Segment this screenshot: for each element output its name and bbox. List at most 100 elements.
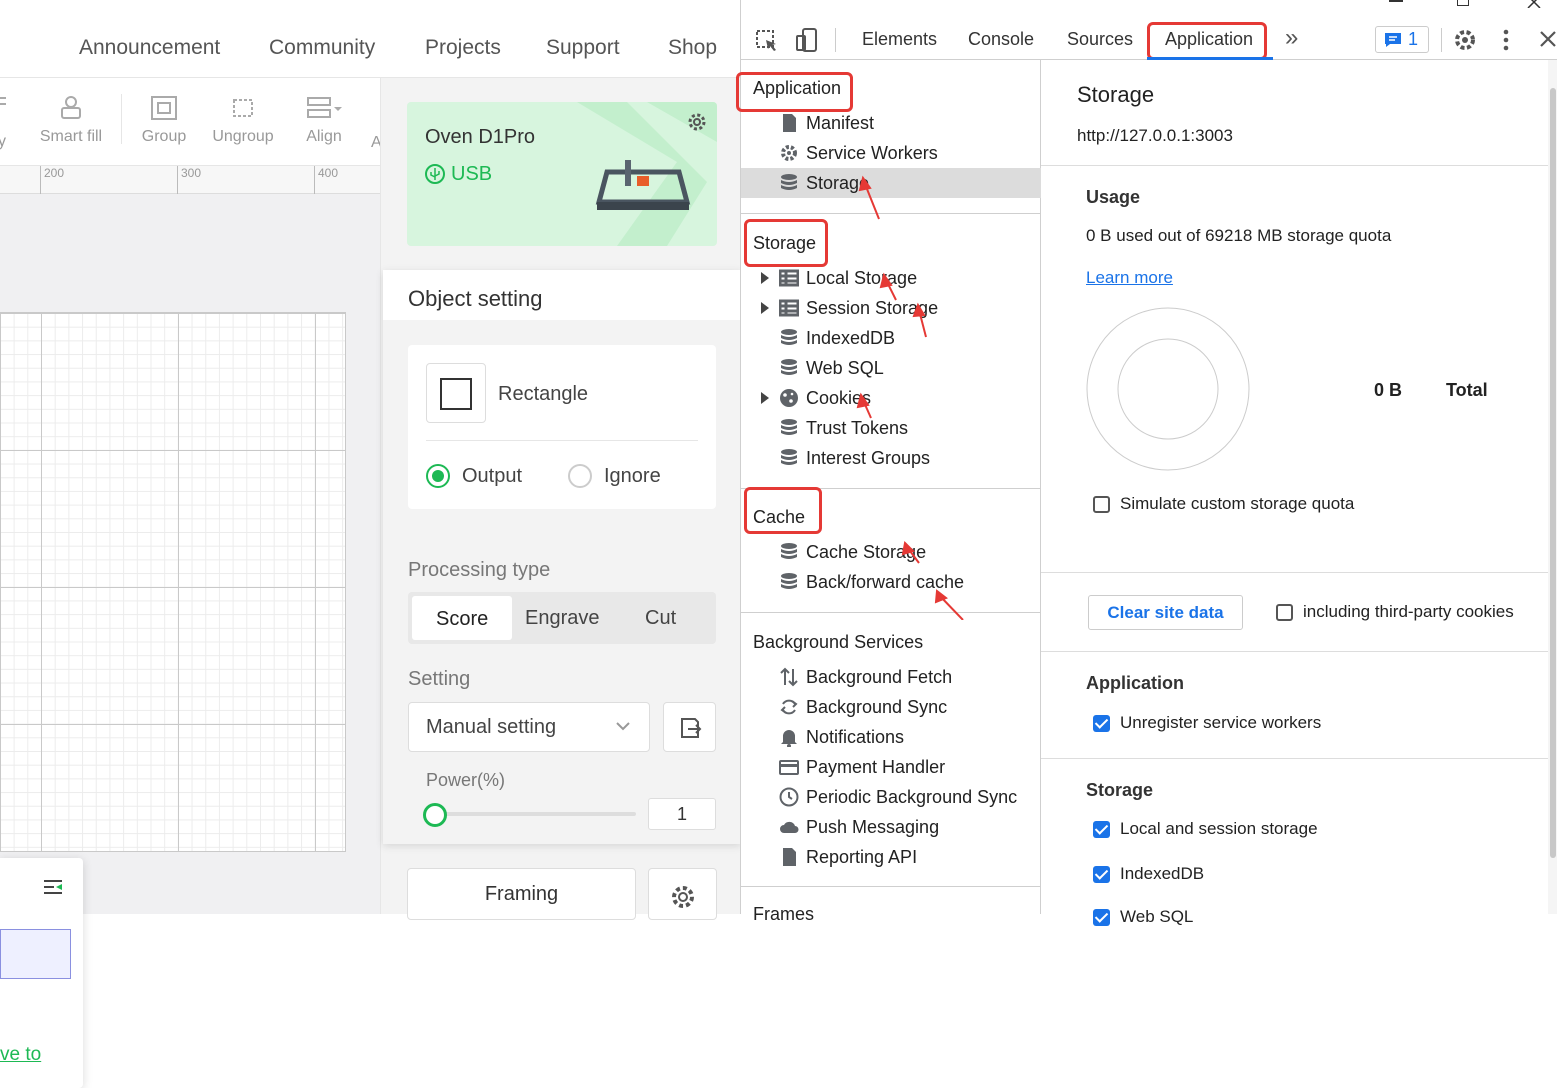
total-value: 0 B [1374,380,1403,400]
third-party-cookies-checkbox[interactable] [1276,604,1293,621]
setting-label: Setting [408,668,471,690]
storage-view: Storage http://127.0.0.1:3003 Usage 0 B … [1041,60,1557,926]
processing-engrave-tab[interactable]: Engrave [525,607,600,630]
toolbar-partial-tool[interactable]: y [0,94,14,151]
minimize-icon[interactable] [1389,0,1403,2]
sidebar-item-periodic-background-sync[interactable]: Periodic Background Sync [741,782,1041,812]
usage-text: 0 B used out of 69218 MB storage quota [1086,226,1392,245]
application-heading: Application [1086,673,1184,693]
smart-fill-button[interactable]: Smart fill [31,94,111,146]
align-button[interactable]: Align [284,94,364,146]
origin-url: http://127.0.0.1:3003 [1077,126,1233,145]
sync-icon [780,699,798,715]
sidebar-item-background-fetch[interactable]: Background Fetch [741,662,1041,692]
unregister-sw-checkbox[interactable] [1093,715,1110,732]
usage-pie-chart [1086,307,1250,471]
scrollbar-thumb[interactable] [1550,88,1556,858]
simulate-quota-checkbox[interactable] [1093,496,1110,513]
save-setting-button[interactable] [663,702,716,752]
device-card[interactable]: Oven D1Pro USB [407,102,717,246]
file-icon [783,848,796,866]
devtools-tabbar: Elements Console Sources Application » 1 [741,20,1557,60]
object-info-card: Rectangle Output Ignore [408,345,716,509]
third-party-cookies-label: including third-party cookies [1303,602,1514,621]
section-background-services: Background Services [753,632,924,652]
more-tabs-icon[interactable]: » [1285,24,1298,52]
sidebar-item-push-messaging[interactable]: Push Messaging [741,812,1041,842]
bell-icon [781,730,797,747]
power-slider-thumb[interactable] [423,803,447,827]
processing-cut-tab[interactable]: Cut [645,607,676,630]
restore-icon[interactable] [1457,0,1469,6]
device-name: Oven D1Pro [425,126,536,148]
inspect-element-icon[interactable] [755,29,779,53]
kebab-menu-icon[interactable] [1501,28,1511,52]
storage-title: Storage [1077,82,1155,107]
nav-announcement[interactable]: Announcement [79,36,220,60]
ignore-radio[interactable] [568,464,592,488]
smart-fill-icon [61,96,81,119]
shape-name: Rectangle [498,383,589,405]
partial-tool-icon [0,97,6,105]
processing-type-segmented: Score Engrave Cut [408,592,716,644]
devtools-settings-gear-icon[interactable] [1453,28,1477,52]
nav-community[interactable]: Community [269,36,375,60]
tab-application[interactable]: Application [1165,29,1253,50]
move-to-link[interactable]: ve to [0,1044,41,1066]
websql-checkbox[interactable] [1093,909,1110,926]
sidebar-item-reporting-api[interactable]: Reporting API [741,842,1041,872]
section-frames: Frames [753,904,815,924]
clear-site-data-button[interactable]: Clear site data [1088,595,1243,630]
local-session-checkbox[interactable] [1093,821,1110,838]
tab-console[interactable]: Console [968,29,1034,50]
issues-badge[interactable]: 1 [1375,26,1429,53]
sidebar-item-background-sync[interactable]: Background Sync [741,692,1041,722]
annotation-arrows [856,175,964,620]
power-slider-track[interactable] [428,812,636,816]
nav-shop[interactable]: Shop [668,36,717,60]
indexeddb-label: IndexedDB [1120,864,1205,883]
ungroup-icon [233,99,253,117]
sidebar-item-notifications[interactable]: Notifications [741,722,1041,752]
learn-more-link[interactable]: Learn more [1086,268,1173,288]
sidebar-item-payment-handler[interactable]: Payment Handler [741,752,1041,782]
layer-panel: ve to [0,858,83,1088]
nav-support[interactable]: Support [546,36,620,60]
storage-heading: Storage [1086,780,1154,800]
ungroup-button[interactable]: Ungroup [203,94,283,146]
nav-projects[interactable]: Projects [425,36,501,60]
work-area-grid[interactable] [0,312,346,852]
app-settings-panel: Oven D1Pro USB Object setting Rectangle … [380,78,741,920]
devtools-panel: Elements Console Sources Application » 1… [736,0,1557,926]
horizontal-ruler: 200 300 400 [0,166,380,194]
websql-label: Web SQL [1120,907,1194,926]
power-input[interactable]: 1 [648,798,716,830]
align-icon [307,97,342,118]
device-settings-gear-icon[interactable] [685,110,709,134]
framing-button[interactable]: Framing [407,868,636,920]
group-button[interactable]: Group [124,94,204,146]
ruler-label: 300 [181,166,202,180]
setting-select[interactable]: Manual setting [408,702,650,752]
design-canvas[interactable]: ve to [0,194,380,1088]
total-label: Total [1446,380,1488,400]
collapse-panel-icon[interactable] [42,878,64,896]
laser-machine-image [595,160,691,210]
device-toolbar-icon[interactable] [795,27,819,53]
clock-icon [779,787,799,807]
indexeddb-checkbox[interactable] [1093,866,1110,883]
job-settings-button[interactable] [648,868,717,920]
local-session-label: Local and session storage [1120,819,1318,838]
tab-elements[interactable]: Elements [862,29,937,50]
scrollbar[interactable] [1548,60,1557,914]
output-radio[interactable] [426,464,450,488]
usage-heading: Usage [1086,187,1141,207]
simulate-quota-label: Simulate custom storage quota [1120,494,1355,513]
connection-type: USB [451,163,493,185]
layer-item[interactable] [0,929,71,979]
up-down-arrows-icon [780,667,798,687]
tab-sources[interactable]: Sources [1067,29,1133,50]
processing-score-tab[interactable]: Score [412,596,512,640]
close-devtools-icon[interactable] [1539,30,1557,48]
window-close-icon[interactable] [1527,0,1541,8]
